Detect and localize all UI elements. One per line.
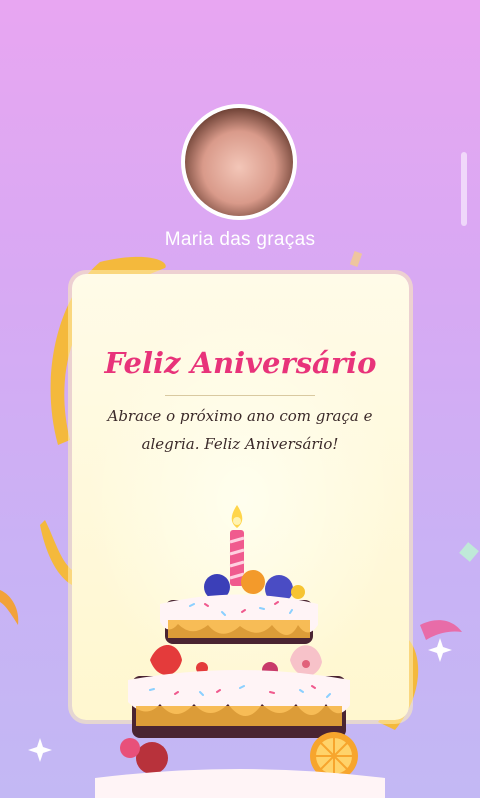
small-berry-icon: [291, 585, 305, 599]
cake-top-cream-band: [168, 620, 310, 638]
cake-middle-cream-band: [136, 706, 342, 726]
candle-flame-core: [233, 517, 241, 525]
birthday-cake-illustration: [95, 505, 385, 798]
orange-slice-segments: [316, 738, 352, 774]
cherry-icon-3: [136, 742, 168, 774]
berry-icon-bottom: [120, 738, 140, 758]
orange-fruit-icon: [241, 570, 265, 594]
fig-seed: [302, 660, 310, 668]
strawberry-icon: [150, 645, 182, 676]
